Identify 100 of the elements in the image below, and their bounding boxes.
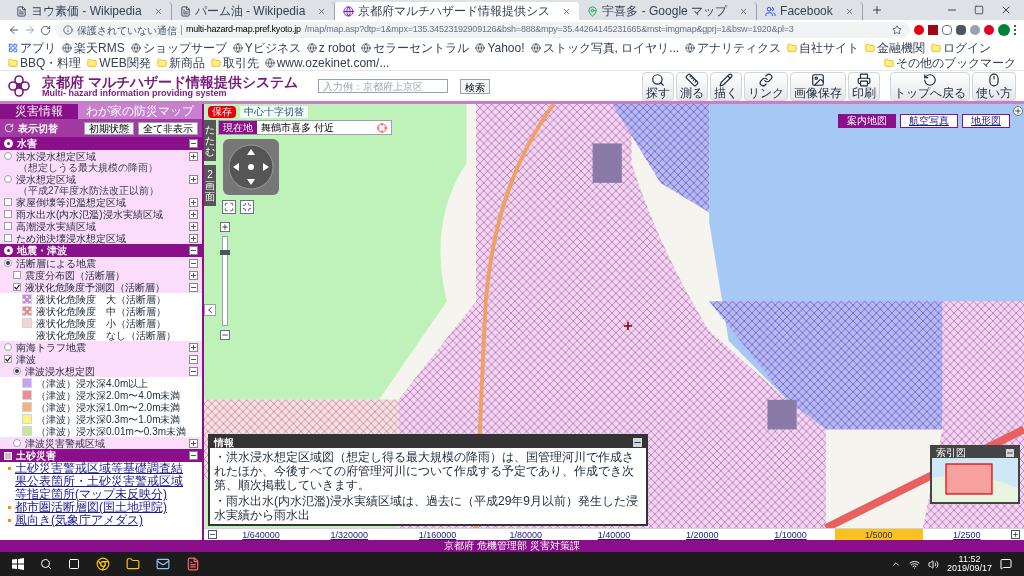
bookmark[interactable]: ログイン xyxy=(931,40,992,55)
zoom-box-icon[interactable] xyxy=(222,200,236,214)
close-icon[interactable] xyxy=(739,6,749,16)
checkbox[interactable] xyxy=(13,271,21,279)
checkbox[interactable] xyxy=(4,222,12,230)
network-icon[interactable] xyxy=(908,558,920,570)
minimize-icon[interactable] xyxy=(1006,448,1014,457)
task-view-icon[interactable] xyxy=(68,558,80,570)
checkbox[interactable] xyxy=(4,198,12,206)
zoom-slider-thumb[interactable] xyxy=(220,250,230,256)
bookmark[interactable]: www.ozekinet.com/... xyxy=(264,55,390,70)
expand-icon[interactable] xyxy=(189,221,198,231)
bookmark[interactable]: 自社サイト xyxy=(787,40,860,55)
collapse-icon[interactable] xyxy=(189,354,198,364)
bookmark-star-icon[interactable] xyxy=(892,25,902,35)
radio-button[interactable] xyxy=(4,343,12,351)
notification-icon[interactable] xyxy=(1000,558,1012,570)
hide-all-button[interactable]: 全て非表示 xyxy=(138,121,198,135)
close-icon[interactable] xyxy=(844,6,854,16)
scale-link[interactable]: 1/80000 xyxy=(481,528,570,541)
bookmark[interactable]: その他のブックマーク xyxy=(884,55,1016,70)
expand-map-icon[interactable] xyxy=(1013,106,1023,116)
collapse-icon[interactable] xyxy=(189,258,198,268)
tray-icon[interactable] xyxy=(890,559,901,569)
bookmark[interactable]: ストック写真, ロイヤリ... xyxy=(530,40,680,55)
back-icon[interactable] xyxy=(8,24,20,36)
bookmark[interactable]: BBQ・料理 xyxy=(8,55,82,70)
search-button[interactable]: 検索 xyxy=(459,78,490,94)
expand-icon[interactable] xyxy=(189,233,198,243)
collapse-icon[interactable] xyxy=(189,282,198,292)
toolbar-button[interactable]: リンク xyxy=(744,71,788,101)
checkbox[interactable] xyxy=(4,355,12,363)
toolbar-button[interactable]: 描く xyxy=(710,71,742,101)
close-icon[interactable] xyxy=(153,6,163,16)
browser-icon[interactable] xyxy=(96,557,110,571)
scale-link[interactable]: 1/5000 xyxy=(834,528,923,541)
volume-icon[interactable] xyxy=(927,558,939,570)
bookmark[interactable]: アプリ xyxy=(8,40,56,55)
expand-icon[interactable] xyxy=(189,174,198,184)
mail-icon[interactable] xyxy=(156,557,170,571)
checkbox[interactable] xyxy=(4,234,12,242)
close-icon[interactable] xyxy=(317,6,327,16)
bookmark[interactable]: 取引先 xyxy=(210,55,259,70)
document-icon[interactable] xyxy=(186,557,200,571)
scale-link[interactable]: 1/320000 xyxy=(305,528,394,541)
bookmark[interactable]: WEB関発 xyxy=(87,55,151,70)
toolbar-button[interactable]: 探す xyxy=(642,71,674,101)
zoom-out-icon[interactable] xyxy=(220,330,230,340)
address-field[interactable]: 保護されていない通信 multi-hazard-map.pref.kyoto.jp /map/map.asp?dtp=1&mpx=135.34523192909126&bsh=888&mpy=35.44264145231665&mst=imgmap&gprj=1&bsw=1920&pl=3 xyxy=(55,22,910,38)
map-type-tab[interactable]: 航空写真 xyxy=(900,114,958,128)
search-field[interactable]: 入力例：京都府上京区 xyxy=(317,79,448,93)
new-tab-icon[interactable] xyxy=(870,4,883,16)
bookmark[interactable]: z robot xyxy=(306,40,356,55)
collapse-icon[interactable] xyxy=(189,366,198,376)
zoom-slider[interactable] xyxy=(222,236,228,326)
bookmark[interactable]: セラーセントラル xyxy=(361,40,470,55)
expand-icon[interactable] xyxy=(189,209,198,219)
scale-link[interactable]: 1/160000 xyxy=(393,528,482,541)
bookmark[interactable]: Yahoo! xyxy=(475,40,525,55)
bookmark[interactable]: 金融機関 xyxy=(865,40,926,55)
collapse-icon[interactable] xyxy=(189,139,198,148)
map-type-tab[interactable]: 地形図 xyxy=(962,114,1010,128)
profile-avatar[interactable] xyxy=(998,24,1010,36)
collapse-button[interactable]: たたむ xyxy=(204,120,216,161)
radio-button[interactable] xyxy=(4,175,12,183)
windows-logo-icon[interactable] xyxy=(12,558,24,570)
direction-pad[interactable] xyxy=(222,138,280,196)
expand-icon[interactable] xyxy=(189,197,198,207)
search-icon[interactable] xyxy=(40,558,52,570)
scale-link[interactable]: 1/640000 xyxy=(217,528,306,541)
zoom-in-icon[interactable] xyxy=(220,222,230,232)
collapse-panel-icon[interactable] xyxy=(204,304,216,316)
minimize-icon[interactable] xyxy=(633,437,642,447)
bookmark[interactable]: ショップサーブ xyxy=(130,40,227,55)
checkbox[interactable] xyxy=(13,283,21,291)
scale-link[interactable]: 1/10000 xyxy=(746,528,835,541)
scale-link[interactable]: 1/2500 xyxy=(922,528,1011,541)
expand-icon[interactable] xyxy=(189,270,198,280)
checkbox[interactable] xyxy=(4,210,12,218)
reload-icon[interactable] xyxy=(40,24,51,36)
toolbar-button[interactable]: 画像保存 xyxy=(790,71,846,101)
bookmark[interactable]: アナリティクス xyxy=(685,40,782,55)
save-badge[interactable]: 保存 xyxy=(208,106,236,118)
split-screen-button[interactable]: 2画面 xyxy=(204,165,216,206)
radio-button[interactable] xyxy=(4,152,12,160)
reset-button[interactable]: 初期状態 xyxy=(84,121,134,135)
close-icon[interactable] xyxy=(562,6,572,16)
bookmark[interactable]: Yビジネス xyxy=(232,40,301,55)
zoom-out-box-icon[interactable] xyxy=(240,200,254,214)
map-type-tab[interactable]: 案内地図 xyxy=(838,114,896,128)
zoom-in-icon[interactable] xyxy=(1010,530,1020,539)
scale-link[interactable]: 1/40000 xyxy=(569,528,659,541)
radio-button[interactable] xyxy=(13,367,21,375)
toolbar-button[interactable]: 使い方 xyxy=(972,71,1016,101)
zoom-out-icon[interactable] xyxy=(208,530,217,539)
close-icon[interactable] xyxy=(1000,4,1012,16)
toolbar-button[interactable]: トップへ戻る xyxy=(890,71,970,101)
crosshair-toggle[interactable]: 中心十字切替 xyxy=(240,106,308,118)
expand-icon[interactable] xyxy=(189,438,198,448)
radio-button[interactable] xyxy=(13,439,21,447)
